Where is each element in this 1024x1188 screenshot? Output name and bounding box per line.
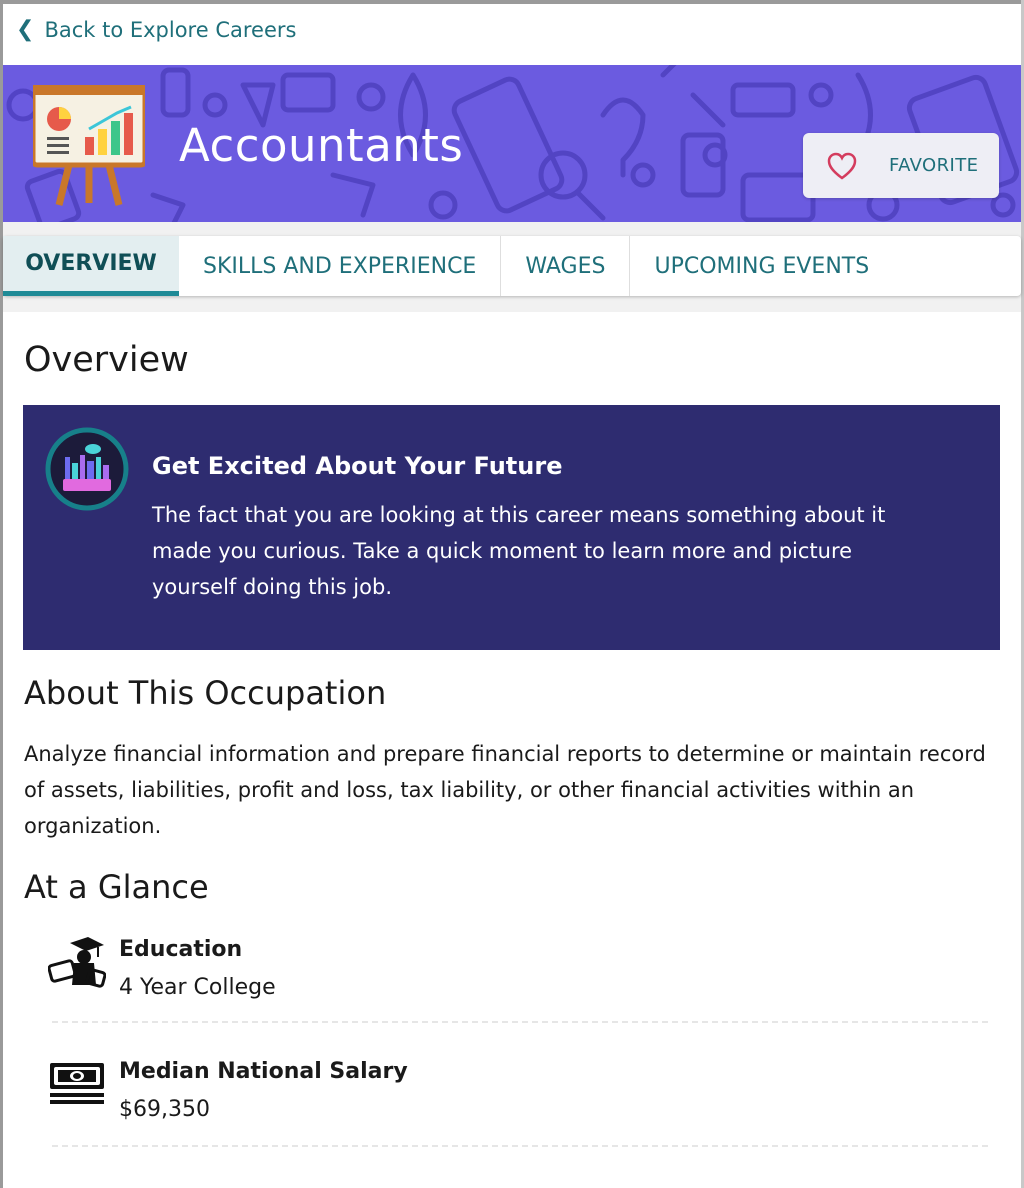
- heart-icon: [827, 152, 857, 180]
- chevron-left-icon: ❮: [16, 17, 35, 42]
- career-title: Accountants: [179, 119, 464, 172]
- about-description: Analyze financial information and prepar…: [24, 742, 986, 838]
- tab-bar: OVERVIEW SKILLS AND EXPERIENCE WAGES UPC…: [3, 236, 1021, 296]
- callout-body: The fact that you are looking at this ca…: [152, 503, 886, 599]
- salary-label: Median National Salary: [119, 1059, 408, 1084]
- graduation-icon: [48, 937, 106, 988]
- education-value: 4 Year College: [119, 975, 276, 1000]
- tab-overview[interactable]: OVERVIEW: [3, 236, 179, 296]
- overview-heading: Overview: [24, 340, 189, 380]
- divider: [52, 1145, 988, 1147]
- divider: [52, 1021, 988, 1023]
- money-icon: [50, 1063, 104, 1104]
- career-easel-icon: [33, 85, 145, 206]
- back-link-label: Back to Explore Careers: [44, 18, 297, 42]
- favorite-label: FAVORITE: [889, 155, 979, 176]
- salary-value: $69,350: [119, 1097, 210, 1122]
- tab-upcoming-events[interactable]: UPCOMING EVENTS: [630, 236, 893, 296]
- tab-bar-container: OVERVIEW SKILLS AND EXPERIENCE WAGES UPC…: [3, 222, 1021, 312]
- future-callout: Get Excited About Your Future The fact t…: [23, 405, 1000, 650]
- tab-skills-and-experience[interactable]: SKILLS AND EXPERIENCE: [179, 236, 502, 296]
- glance-heading: At a Glance: [24, 868, 209, 906]
- callout-heading: Get Excited About Your Future: [152, 452, 563, 480]
- tab-wages[interactable]: WAGES: [501, 236, 631, 296]
- city-icon: [45, 427, 129, 511]
- about-heading: About This Occupation: [24, 674, 387, 712]
- back-to-explore-link[interactable]: ❮ Back to Explore Careers: [16, 18, 296, 42]
- window-top-border: [0, 0, 1024, 4]
- career-banner: Accountants FAVORITE: [3, 65, 1021, 222]
- favorite-button[interactable]: FAVORITE: [803, 133, 999, 198]
- education-label: Education: [119, 937, 243, 962]
